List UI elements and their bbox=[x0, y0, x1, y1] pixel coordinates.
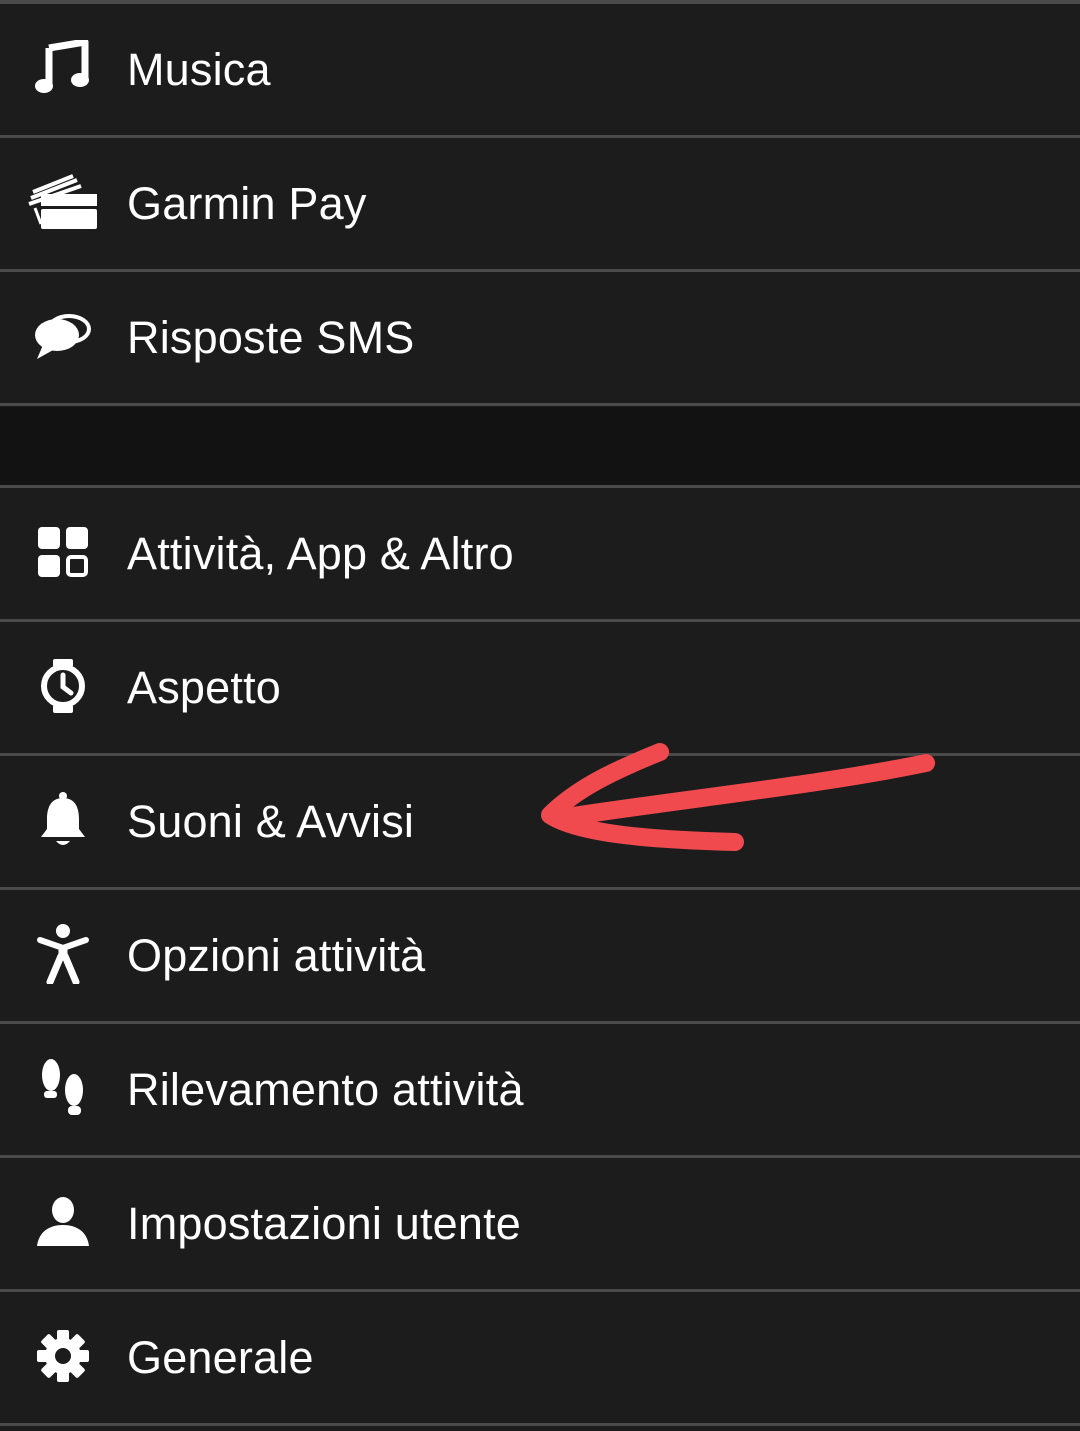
menu-item-suoni-avvisi[interactable]: Suoni & Avvisi bbox=[0, 756, 1080, 890]
gear-icon bbox=[24, 1317, 102, 1395]
menu-item-opzioni-attivita[interactable]: Opzioni attività bbox=[0, 890, 1080, 1024]
section-separator bbox=[0, 407, 1080, 488]
menu-item-risposte-sms[interactable]: Risposte SMS bbox=[0, 272, 1080, 406]
menu-item-label: Musica bbox=[127, 44, 271, 95]
menu-item-label: Risposte SMS bbox=[127, 312, 415, 363]
chat-bubbles-icon bbox=[24, 297, 102, 375]
menu-item-aspetto[interactable]: Aspetto bbox=[0, 622, 1080, 756]
grid-apps-icon bbox=[24, 513, 102, 591]
music-note-icon bbox=[24, 29, 102, 107]
menu-item-label: Rilevamento attività bbox=[127, 1064, 524, 1115]
menu-item-label: Attività, App & Altro bbox=[127, 528, 514, 579]
menu-item-label: Garmin Pay bbox=[127, 178, 367, 229]
menu-item-garmin-pay[interactable]: Garmin Pay bbox=[0, 138, 1080, 272]
menu-item-label: Suoni & Avvisi bbox=[127, 796, 415, 847]
wallet-cards-icon bbox=[24, 163, 102, 241]
menu-item-attivita-app[interactable]: Attività, App & Altro bbox=[0, 488, 1080, 622]
user-icon bbox=[24, 1183, 102, 1261]
menu-item-generale[interactable]: Generale bbox=[0, 1292, 1080, 1426]
menu-item-musica[interactable]: Musica bbox=[0, 4, 1080, 138]
watch-face-icon bbox=[24, 647, 102, 725]
menu-item-label: Opzioni attività bbox=[127, 930, 426, 981]
footprints-icon bbox=[24, 1049, 102, 1127]
menu-item-rilevamento-attivita[interactable]: Rilevamento attività bbox=[0, 1024, 1080, 1158]
menu-item-label: Generale bbox=[127, 1332, 314, 1383]
menu-item-impostazioni-utente[interactable]: Impostazioni utente bbox=[0, 1158, 1080, 1292]
menu-item-label: Impostazioni utente bbox=[127, 1198, 522, 1249]
running-person-icon bbox=[24, 915, 102, 993]
menu-item-label: Aspetto bbox=[127, 662, 282, 713]
bell-icon bbox=[24, 781, 102, 859]
